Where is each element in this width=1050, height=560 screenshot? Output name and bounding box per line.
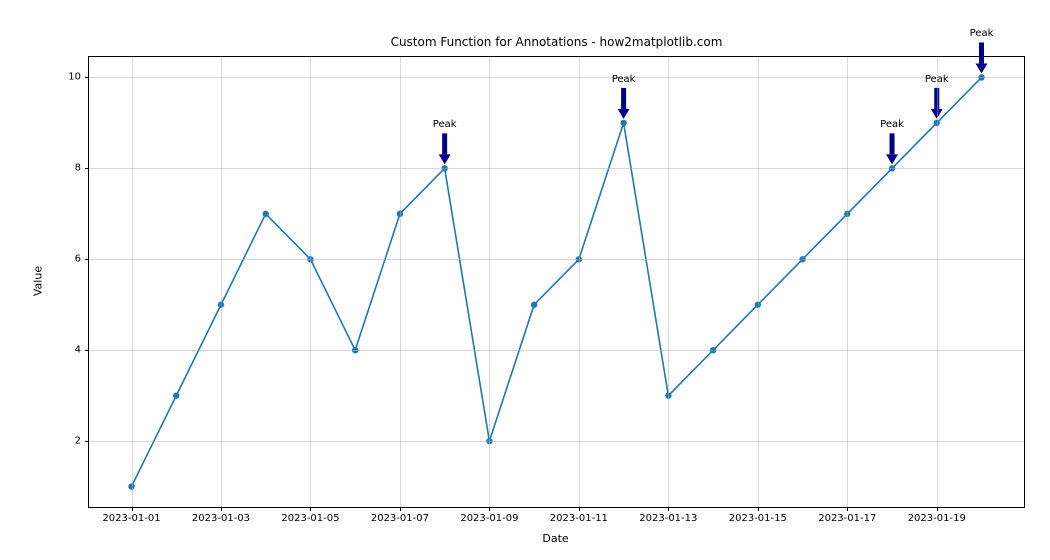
x-tick-mark: [579, 507, 580, 511]
x-axis-label: Date: [542, 532, 568, 545]
figure: Custom Function for Annotations - how2ma…: [0, 0, 1050, 560]
annotation-label: Peak: [970, 28, 994, 39]
y-tick-mark: [85, 259, 89, 260]
grid-line-h: [89, 441, 1024, 442]
grid-line-v: [668, 57, 669, 507]
x-tick-mark: [937, 507, 938, 511]
grid-line-h: [89, 168, 1024, 169]
grid-line-v: [847, 57, 848, 507]
grid-line-v: [579, 57, 580, 507]
grid-line-v: [489, 57, 490, 507]
y-tick-mark: [85, 77, 89, 78]
data-point: [173, 392, 179, 398]
x-tick-label: 2023-01-07: [371, 513, 429, 524]
annotation-arrow: [618, 88, 630, 119]
x-tick-label: 2023-01-01: [102, 513, 160, 524]
annotation-label: Peak: [880, 119, 904, 130]
y-tick-label: 4: [75, 345, 81, 356]
grid-line-h: [89, 350, 1024, 351]
x-tick-mark: [489, 507, 490, 511]
y-tick-mark: [85, 168, 89, 169]
y-tick-label: 10: [68, 72, 81, 83]
x-tick-label: 2023-01-19: [908, 513, 966, 524]
data-point: [263, 211, 269, 217]
y-axis-label: Value: [32, 266, 45, 296]
annotation-label: Peak: [612, 74, 636, 85]
y-tick-mark: [85, 350, 89, 351]
grid-line-h: [89, 259, 1024, 260]
x-tick-label: 2023-01-13: [639, 513, 697, 524]
y-tick-mark: [85, 441, 89, 442]
grid-line-v: [937, 57, 938, 507]
grid-line-h: [89, 77, 1024, 78]
y-tick-label: 2: [75, 436, 81, 447]
x-tick-mark: [132, 507, 133, 511]
plot-area: Custom Function for Annotations - how2ma…: [88, 56, 1025, 508]
grid-line-v: [221, 57, 222, 507]
x-tick-label: 2023-01-15: [729, 513, 787, 524]
x-tick-mark: [847, 507, 848, 511]
grid-line-v: [758, 57, 759, 507]
series-line: [132, 77, 982, 486]
x-tick-mark: [310, 507, 311, 511]
x-tick-mark: [668, 507, 669, 511]
annotation-label: Peak: [925, 74, 949, 85]
x-tick-mark: [221, 507, 222, 511]
annotation-arrow: [439, 133, 451, 164]
y-tick-label: 8: [75, 163, 81, 174]
x-tick-mark: [400, 507, 401, 511]
data-point: [620, 120, 626, 126]
grid-line-v: [310, 57, 311, 507]
x-tick-mark: [758, 507, 759, 511]
x-tick-label: 2023-01-17: [818, 513, 876, 524]
annotation-arrow: [886, 133, 898, 164]
data-point: [531, 302, 537, 308]
y-tick-label: 6: [75, 254, 81, 265]
annotation-label: Peak: [433, 119, 457, 130]
chart-title: Custom Function for Annotations - how2ma…: [89, 35, 1024, 49]
x-tick-label: 2023-01-05: [281, 513, 339, 524]
x-tick-label: 2023-01-09: [460, 513, 518, 524]
x-tick-label: 2023-01-03: [192, 513, 250, 524]
x-tick-label: 2023-01-11: [550, 513, 608, 524]
grid-line-v: [400, 57, 401, 507]
grid-line-v: [132, 57, 133, 507]
